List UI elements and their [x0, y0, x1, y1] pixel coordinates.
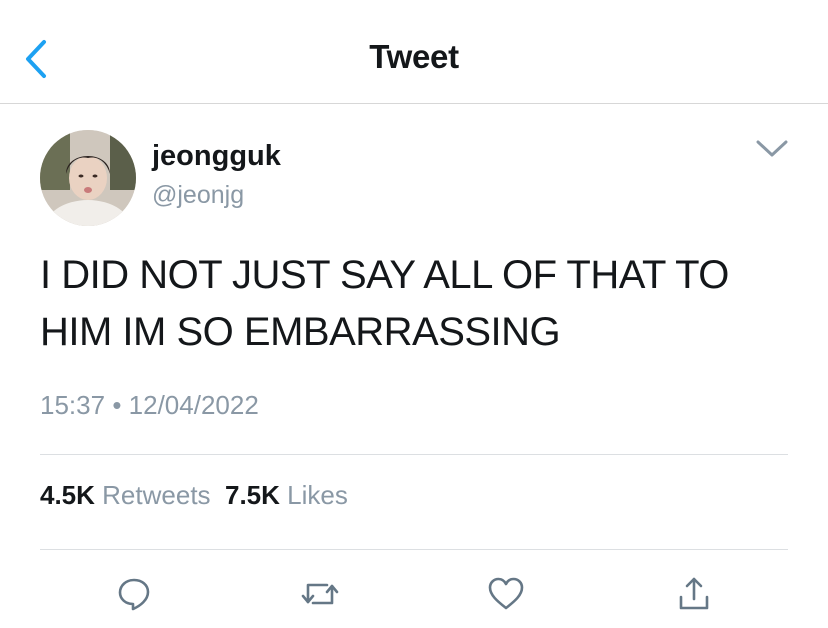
divider	[40, 549, 788, 550]
chevron-down-icon	[756, 140, 788, 157]
share-button[interactable]	[672, 572, 716, 616]
retweet-icon	[301, 583, 339, 605]
divider	[40, 454, 788, 455]
retweets-count: 4.5K	[40, 480, 95, 510]
avatar[interactable]	[40, 130, 136, 226]
reply-button[interactable]	[112, 572, 156, 616]
tweet-text: I DID NOT JUST SAY ALL OF THAT TO HIM IM…	[40, 253, 729, 354]
share-icon	[679, 577, 709, 610]
engagement-stats: 4.5K Retweets 7.5K Likes	[40, 480, 348, 511]
likes-stat[interactable]: 7.5K Likes	[225, 480, 348, 510]
tweet-timestamp: 15:37 • 12/04/2022	[40, 390, 259, 421]
likes-count: 7.5K	[225, 480, 280, 510]
more-options-button[interactable]	[752, 134, 792, 164]
reply-icon	[118, 578, 150, 611]
avatar-image	[40, 130, 136, 226]
app-header: Tweet	[0, 0, 828, 104]
timestamp-separator: •	[112, 390, 122, 420]
tweet-time: 15:37	[40, 390, 106, 420]
retweet-button[interactable]	[298, 572, 342, 616]
tweet-date: 12/04/2022	[128, 390, 259, 420]
author-handle[interactable]: @jeonjg	[152, 181, 244, 210]
retweets-label: Retweets	[102, 480, 211, 510]
page-title: Tweet	[369, 38, 459, 75]
like-button[interactable]	[484, 572, 528, 616]
author-display-name[interactable]: jeongguk	[152, 140, 281, 173]
retweets-stat[interactable]: 4.5K Retweets	[40, 480, 211, 510]
heart-icon	[488, 577, 524, 610]
likes-label: Likes	[287, 480, 348, 510]
